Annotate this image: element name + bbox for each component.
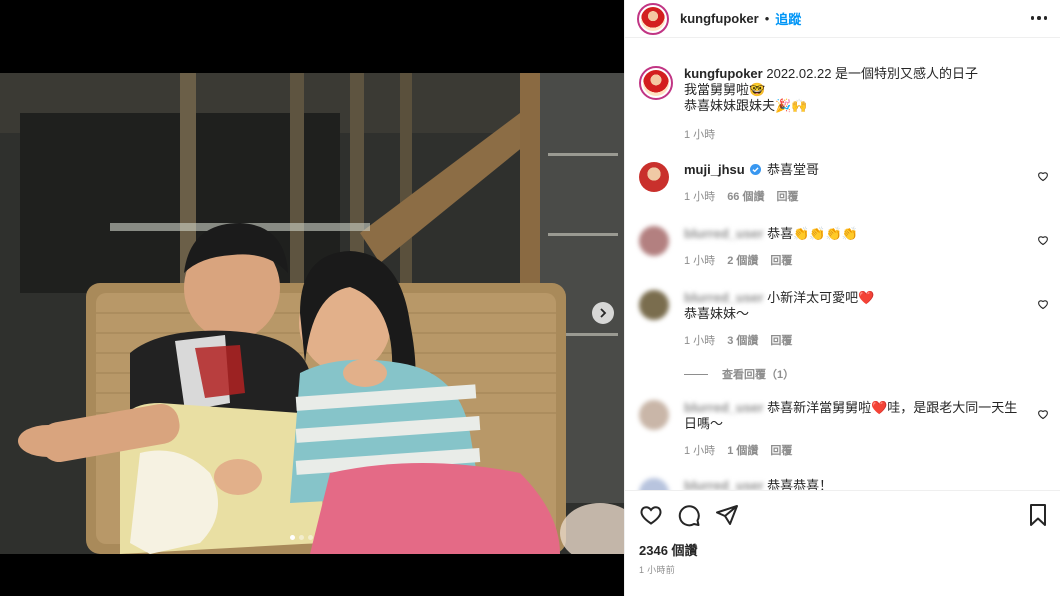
reply-button[interactable]: 回覆	[770, 442, 792, 458]
view-replies-label: 查看回覆（1）	[722, 369, 795, 381]
next-slide-button[interactable]	[592, 302, 614, 324]
heart-icon[interactable]	[639, 503, 663, 527]
commenter-avatar[interactable]	[639, 290, 669, 320]
comment-timestamp: 1 小時	[684, 191, 716, 203]
comment-item: muji_jhsu 恭喜堂哥 1 小時 66 個讚 回覆	[639, 162, 1049, 204]
carousel-dot	[299, 535, 304, 540]
bookmark-icon	[1030, 504, 1046, 526]
caption-author-avatar[interactable]	[639, 66, 673, 100]
post-details-panel: kungfupoker • 追蹤 kungfupoker 2022.02.22 …	[624, 0, 1060, 596]
commenter-username[interactable]: muji_jhsu	[684, 162, 745, 177]
comment-text: 小新洋太可愛吧❤️	[767, 290, 875, 305]
commenter-username[interactable]: blurred_user	[684, 478, 763, 490]
commenter-username[interactable]: blurred_user	[684, 290, 763, 305]
comment-item: blurred_user 小新洋太可愛吧❤️ 恭喜妹妹～ 1 小時 3 個讚 回…	[639, 290, 1049, 348]
action-bar	[639, 503, 739, 527]
heart-icon[interactable]	[1037, 298, 1049, 310]
comment-likes[interactable]: 2 個讚	[727, 252, 758, 268]
comment-text: 恭喜堂哥	[766, 162, 819, 177]
view-replies-button[interactable]: 查看回覆（1）	[684, 366, 794, 382]
instagram-post-modal: kungfupoker • 追蹤 kungfupoker 2022.02.22 …	[0, 0, 1060, 596]
header-separator: •	[764, 11, 770, 26]
caption-timestamp: 1 小時	[684, 129, 716, 141]
comment-likes[interactable]: 66 個讚	[727, 188, 764, 204]
chevron-right-icon	[600, 308, 607, 318]
caption-text-line3: 恭喜妹妹跟妹夫🎉🙌	[684, 98, 808, 113]
paper-plane-icon[interactable]	[715, 503, 739, 527]
post-timestamp: 1 小時前	[639, 565, 676, 575]
author-avatar[interactable]	[637, 2, 669, 35]
commenter-avatar[interactable]	[639, 400, 669, 430]
comment-item: blurred_user 恭喜恭喜！	[639, 478, 1049, 490]
commenter-avatar[interactable]	[639, 478, 669, 490]
comment-likes[interactable]: 1 個讚	[727, 442, 758, 458]
commenter-username[interactable]: blurred_user	[684, 400, 763, 415]
comment-text: 恭喜恭喜！	[767, 478, 833, 490]
comments-section: kungfupoker 2022.02.22 是一個特別又感人的日子 我當舅舅啦…	[625, 58, 1060, 490]
verified-badge-icon	[750, 164, 762, 175]
reply-button[interactable]: 回覆	[776, 188, 798, 204]
comment-text-line2: 日嗎～	[684, 416, 724, 431]
view-replies-line	[684, 373, 708, 375]
carousel-dot	[308, 535, 313, 540]
caption: kungfupoker 2022.02.22 是一個特別又感人的日子 我當舅舅啦…	[639, 66, 1049, 142]
heart-icon[interactable]	[1037, 170, 1049, 182]
commenter-avatar[interactable]	[639, 162, 669, 192]
commenter-avatar[interactable]	[639, 226, 669, 256]
heart-icon[interactable]	[1037, 234, 1049, 246]
caption-text-line1: 2022.02.22 是一個特別又感人的日子	[766, 66, 979, 81]
caption-username[interactable]: kungfupoker	[684, 66, 763, 81]
photo-illustration	[0, 73, 624, 554]
save-button[interactable]	[1027, 503, 1049, 527]
follow-button[interactable]: 追蹤	[775, 9, 801, 28]
comment-timestamp: 1 小時	[684, 335, 716, 347]
post-header: kungfupoker • 追蹤	[625, 0, 1060, 38]
comment-timestamp: 1 小時	[684, 255, 716, 267]
author-username[interactable]: kungfupoker	[680, 11, 759, 26]
commenter-username[interactable]: blurred_user	[684, 226, 763, 241]
heart-icon[interactable]	[1037, 408, 1049, 420]
carousel-dot	[290, 535, 295, 540]
reply-button[interactable]: 回覆	[770, 252, 792, 268]
comment-item: blurred_user 恭喜新洋當舅舅啦❤️哇，是跟老大同一天生 日嗎～ 1 …	[639, 400, 1049, 458]
comment-likes[interactable]: 3 個讚	[727, 332, 758, 348]
post-photo[interactable]	[0, 73, 624, 554]
comment-item: blurred_user 恭喜👏👏👏👏 1 小時 2 個讚 回覆	[639, 226, 1049, 268]
comment-text-line2: 恭喜妹妹～	[684, 306, 750, 321]
post-actions-footer: 2346 個讚 1 小時前	[625, 490, 1060, 596]
comment-text: 恭喜新洋當舅舅啦❤️哇，是跟老大同一天生	[767, 400, 1018, 415]
comment-timestamp: 1 小時	[684, 445, 716, 457]
post-media	[0, 0, 624, 596]
more-options-icon[interactable]	[1029, 10, 1049, 26]
carousel-indicator	[290, 535, 313, 540]
comment-text: 恭喜👏👏👏👏	[767, 226, 858, 241]
caption-text-line2: 我當舅舅啦🤓	[684, 82, 766, 97]
reply-button[interactable]: 回覆	[770, 332, 792, 348]
likes-count[interactable]: 2346 個讚	[639, 540, 698, 559]
comment-icon[interactable]	[677, 503, 701, 527]
